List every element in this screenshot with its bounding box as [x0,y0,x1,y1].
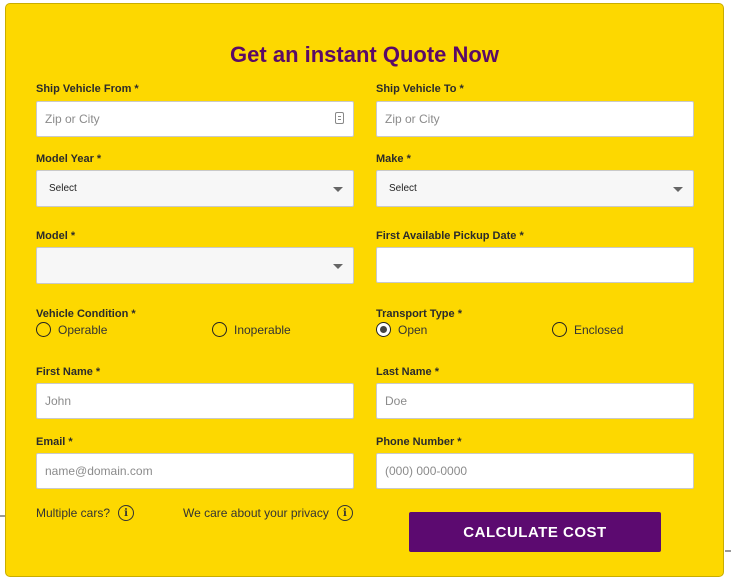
model-year-label: Model Year * [36,153,102,165]
ship-to-input[interactable] [376,101,694,137]
quote-form-card: Get an instant Quote Now Ship Vehicle Fr… [5,3,724,577]
privacy-text: We care about your privacy [183,506,329,520]
pickup-date-label: First Available Pickup Date * [376,230,524,242]
radio-operable[interactable]: Operable [36,322,107,337]
multiple-cars-text: Multiple cars? [36,506,111,520]
info-icon[interactable]: i [118,505,135,521]
radio-label: Enclosed [574,322,624,337]
first-name-input[interactable] [36,383,354,419]
email-input[interactable] [36,453,354,489]
make-label: Make * [376,153,411,165]
chevron-down-icon [333,187,343,192]
first-name-label: First Name * [36,366,101,378]
pickup-date-input[interactable] [376,247,694,283]
radio-label: Inoperable [234,322,291,337]
model-select[interactable] [36,247,354,284]
radio-circle[interactable] [552,322,567,337]
radio-enclosed[interactable]: Enclosed [552,322,623,337]
model-year-select[interactable]: Select [36,170,354,207]
radio-circle[interactable] [36,322,51,337]
radio-circle[interactable] [376,322,391,337]
radio-circle[interactable] [212,322,227,337]
radio-label: Open [398,322,428,337]
radio-label: Operable [58,322,108,337]
transport-type-label: Transport Type * [376,308,462,320]
model-year-value: Select [49,183,77,194]
contact-card-icon[interactable] [335,112,344,124]
multiple-cars-row: Multiple cars? i [36,505,135,521]
ship-to-label: Ship Vehicle To * [376,83,464,95]
chevron-down-icon [333,264,343,269]
vehicle-condition-label: Vehicle Condition * [36,308,136,320]
radio-inoperable[interactable]: Inoperable [212,322,291,337]
radio-open[interactable]: Open [376,322,427,337]
email-label: Email * [36,436,73,448]
ship-from-input[interactable] [36,101,354,137]
last-name-input[interactable] [376,383,694,419]
make-value: Select [389,183,417,194]
model-label: Model * [36,230,76,242]
privacy-row: We care about your privacy i [183,505,353,521]
phone-input[interactable] [376,453,694,489]
calculate-cost-button[interactable]: CALCULATE COST [409,512,661,552]
form-title: Get an instant Quote Now [230,42,499,67]
page-edge-divider [725,550,731,552]
chevron-down-icon [673,187,683,192]
phone-label: Phone Number * [376,436,462,448]
ship-from-label: Ship Vehicle From * [36,83,139,95]
make-select[interactable]: Select [376,170,694,207]
last-name-label: Last Name * [376,366,439,378]
info-icon[interactable]: i [336,505,353,521]
